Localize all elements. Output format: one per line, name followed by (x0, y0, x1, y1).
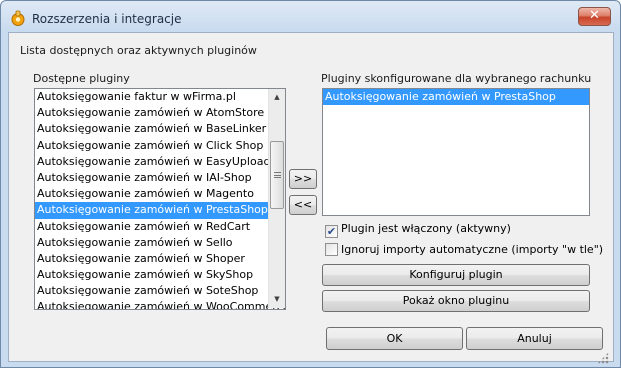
plugin-enabled-label: Plugin jest włączony (aktywny) (341, 222, 511, 235)
dialog-body: Lista dostępnych oraz aktywnych pluginów… (8, 32, 614, 362)
list-item[interactable]: Autoksięgowanie zamówień w RedCart (35, 219, 285, 235)
cancel-button[interactable]: Anuluj (466, 327, 603, 350)
ignore-auto-imports-option[interactable]: Ignoruj importy automatyczne (importy "w… (325, 243, 603, 256)
scroll-thumb[interactable] (270, 141, 284, 209)
configured-plugins-list[interactable]: Autoksięgowanie zamówień w PrestaShop (322, 88, 590, 216)
available-list-scrollbar[interactable]: ▲ ▼ (268, 89, 285, 308)
close-button[interactable]: ✕ (578, 7, 611, 26)
description-label: Lista dostępnych oraz aktywnych pluginów (20, 44, 257, 57)
ok-button[interactable]: OK (326, 327, 463, 350)
show-plugin-window-button[interactable]: Pokaż okno pluginu (322, 290, 590, 312)
close-icon: ✕ (589, 8, 600, 23)
scroll-up-icon[interactable]: ▲ (269, 89, 285, 106)
available-plugins-list[interactable]: Autoksięgowanie faktur w wFirma.pl Autoks… (34, 88, 286, 310)
dialog-window: Rozszerzenia i integracje ✕ Lista dostęp… (0, 0, 621, 368)
list-item[interactable]: Autoksięgowanie zamówień w PrestaShop (323, 89, 589, 106)
list-item[interactable]: Autoksięgowanie zamówień w BaseLinker (35, 121, 285, 137)
list-item[interactable]: Autoksięgowanie zamówień w IAI-Shop (35, 170, 285, 186)
list-item[interactable]: Autoksięgowanie zamówień w Click Shop (35, 138, 285, 154)
list-item[interactable]: Autoksięgowanie faktur w wFirma.pl (35, 89, 285, 105)
app-icon (10, 10, 26, 26)
plugin-enabled-option[interactable]: ✔ Plugin jest włączony (aktywny) (325, 222, 511, 238)
list-item[interactable]: Autoksięgowanie zamówień w PrestaShop (35, 202, 285, 219)
window-title: Rozszerzenia i integracje (32, 12, 182, 26)
list-item[interactable]: Autoksięgowanie zamówień w SoteShop (35, 283, 285, 299)
list-item[interactable]: Autoksięgowanie zamówień w AtomStore (35, 105, 285, 121)
add-plugin-button[interactable]: >> (289, 169, 317, 189)
list-item[interactable]: Autoksięgowanie zamówień w WooCommerce (35, 299, 285, 309)
list-item[interactable]: Autoksięgowanie zamówień w Sello (35, 235, 285, 251)
available-plugins-items: Autoksięgowanie faktur w wFirma.pl Autoks… (35, 89, 285, 309)
scroll-down-icon[interactable]: ▼ (269, 291, 285, 308)
configured-plugins-items: Autoksięgowanie zamówień w PrestaShop (323, 89, 589, 106)
list-item[interactable]: Autoksięgowanie zamówień w Shoper (35, 251, 285, 267)
available-plugins-label: Dostępne pluginy (33, 72, 130, 85)
ignore-auto-imports-checkbox[interactable] (325, 243, 338, 256)
remove-plugin-button[interactable]: << (289, 195, 317, 215)
check-icon: ✔ (326, 225, 337, 238)
list-item[interactable]: Autoksięgowanie zamówień w Magento (35, 186, 285, 202)
list-item[interactable]: Autoksięgowanie zamówień w SkyShop (35, 267, 285, 283)
list-item[interactable]: Autoksięgowanie zamówień w EasyUploader (35, 154, 285, 170)
plugin-enabled-checkbox[interactable]: ✔ (325, 225, 338, 238)
configured-plugins-label: Pluginy skonfigurowane dla wybranego rac… (321, 72, 592, 85)
ignore-auto-imports-label: Ignoruj importy automatyczne (importy "w… (341, 243, 604, 256)
configure-plugin-button[interactable]: Konfiguruj plugin (322, 264, 590, 286)
